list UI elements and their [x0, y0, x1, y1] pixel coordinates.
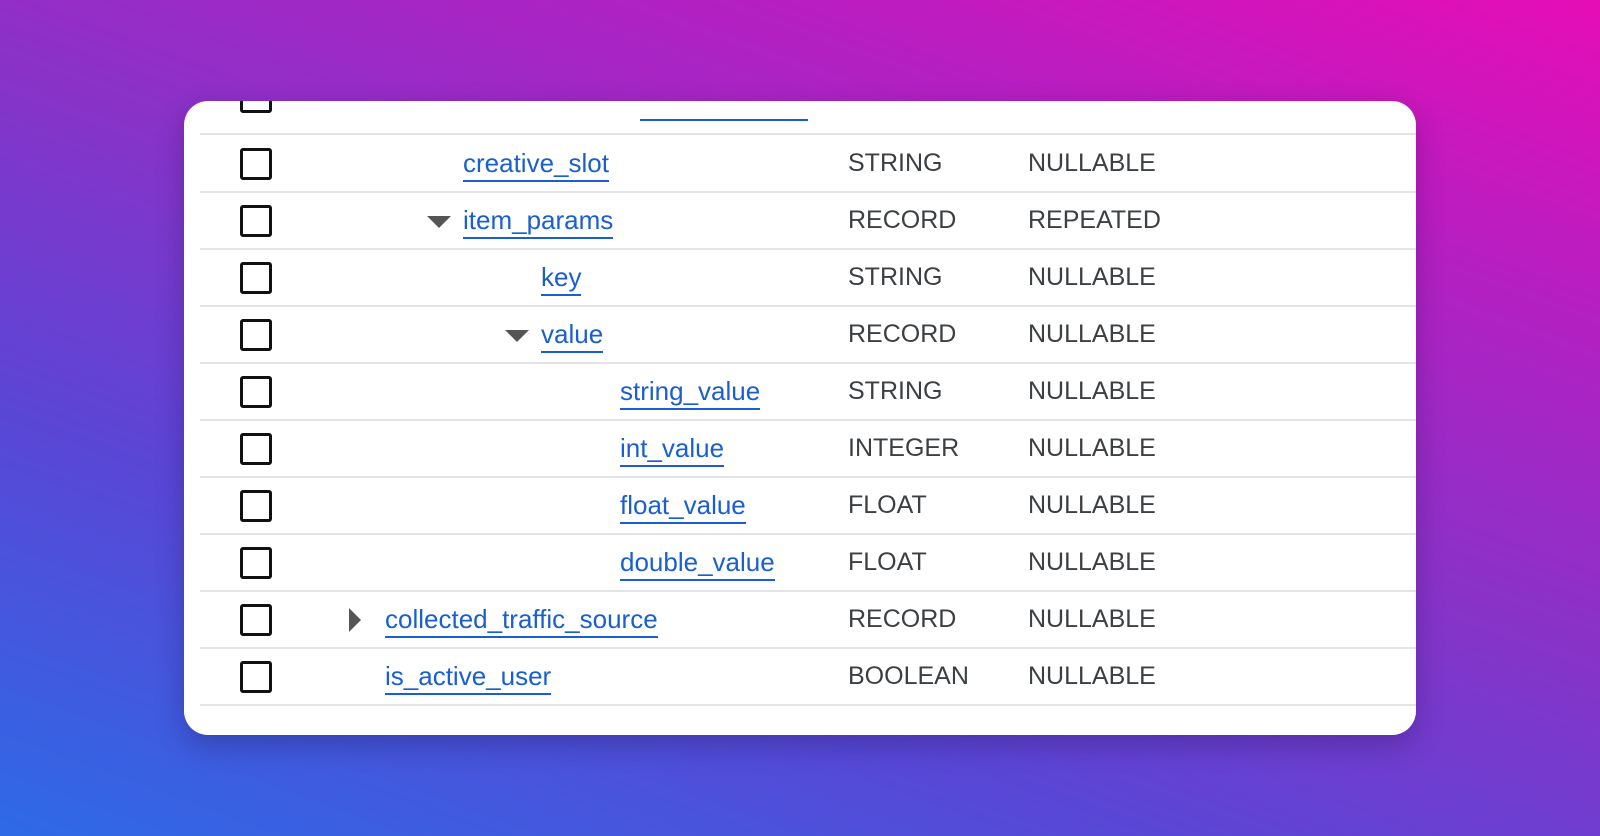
table-row: value RECORD NULLABLE — [200, 306, 1416, 364]
row-checkbox[interactable] — [240, 376, 272, 408]
field-name-link[interactable]: int_value — [620, 432, 725, 467]
field-mode: NULLABLE — [1028, 149, 1156, 177]
field-name-link[interactable]: value — [541, 318, 604, 353]
field-type: FLOAT — [848, 491, 927, 519]
table-row: collected_traffic_source RECORD NULLABLE — [200, 591, 1416, 649]
table-row-partial — [200, 101, 1416, 135]
field-mode: NULLABLE — [1028, 548, 1156, 576]
field-name-link[interactable]: float_value — [620, 489, 746, 524]
row-checkbox[interactable] — [240, 661, 272, 693]
field-mode: NULLABLE — [1028, 434, 1156, 462]
field-name-link[interactable]: item_params — [463, 204, 614, 239]
field-type: STRING — [848, 263, 943, 291]
field-name-link[interactable]: is_active_user — [385, 660, 552, 695]
field-mode: NULLABLE — [1028, 377, 1156, 405]
table-row: double_value FLOAT NULLABLE — [200, 534, 1416, 592]
field-mode: NULLABLE — [1028, 662, 1156, 690]
row-checkbox[interactable] — [240, 433, 272, 465]
table-row: item_params RECORD REPEATED — [200, 192, 1416, 250]
field-type: RECORD — [848, 206, 957, 234]
field-type: RECORD — [848, 320, 957, 348]
table-row: int_value INTEGER NULLABLE — [200, 420, 1416, 478]
caret-down-icon[interactable] — [427, 216, 451, 228]
table-row: key STRING NULLABLE — [200, 249, 1416, 307]
field-mode: NULLABLE — [1028, 605, 1156, 633]
field-name-link[interactable]: key — [541, 261, 582, 296]
caret-right-icon[interactable] — [349, 608, 361, 632]
field-mode: REPEATED — [1028, 206, 1161, 234]
row-checkbox[interactable] — [240, 319, 272, 351]
row-checkbox[interactable] — [240, 604, 272, 636]
field-type: INTEGER — [848, 434, 960, 462]
field-type: STRING — [848, 377, 943, 405]
table-row: string_value STRING NULLABLE — [200, 363, 1416, 421]
field-name-link[interactable]: string_value — [620, 375, 761, 410]
field-mode: NULLABLE — [1028, 320, 1156, 348]
table-row: creative_slot STRING NULLABLE — [200, 135, 1416, 193]
row-checkbox[interactable] — [240, 547, 272, 579]
field-mode: NULLABLE — [1028, 263, 1156, 291]
field-type: BOOLEAN — [848, 662, 969, 690]
row-checkbox[interactable] — [240, 205, 272, 237]
schema-panel: creative_slot STRING NULLABLE item_params RE… — [184, 101, 1416, 735]
field-name-link[interactable]: double_value — [620, 546, 775, 581]
caret-down-icon[interactable] — [505, 330, 529, 342]
row-checkbox[interactable] — [240, 262, 272, 294]
table-row: float_value FLOAT NULLABLE — [200, 477, 1416, 535]
field-name-link[interactable]: creative_slot — [463, 147, 609, 182]
row-checkbox[interactable] — [240, 148, 272, 180]
field-type: RECORD — [848, 605, 957, 633]
row-checkbox[interactable] — [240, 490, 272, 522]
field-type: FLOAT — [848, 548, 927, 576]
field-name-link-partial[interactable] — [640, 101, 808, 121]
row-checkbox[interactable] — [240, 101, 272, 113]
field-type: STRING — [848, 149, 943, 177]
table-row: is_active_user BOOLEAN NULLABLE — [200, 648, 1416, 706]
field-name-link[interactable]: collected_traffic_source — [385, 603, 658, 638]
field-mode: NULLABLE — [1028, 491, 1156, 519]
